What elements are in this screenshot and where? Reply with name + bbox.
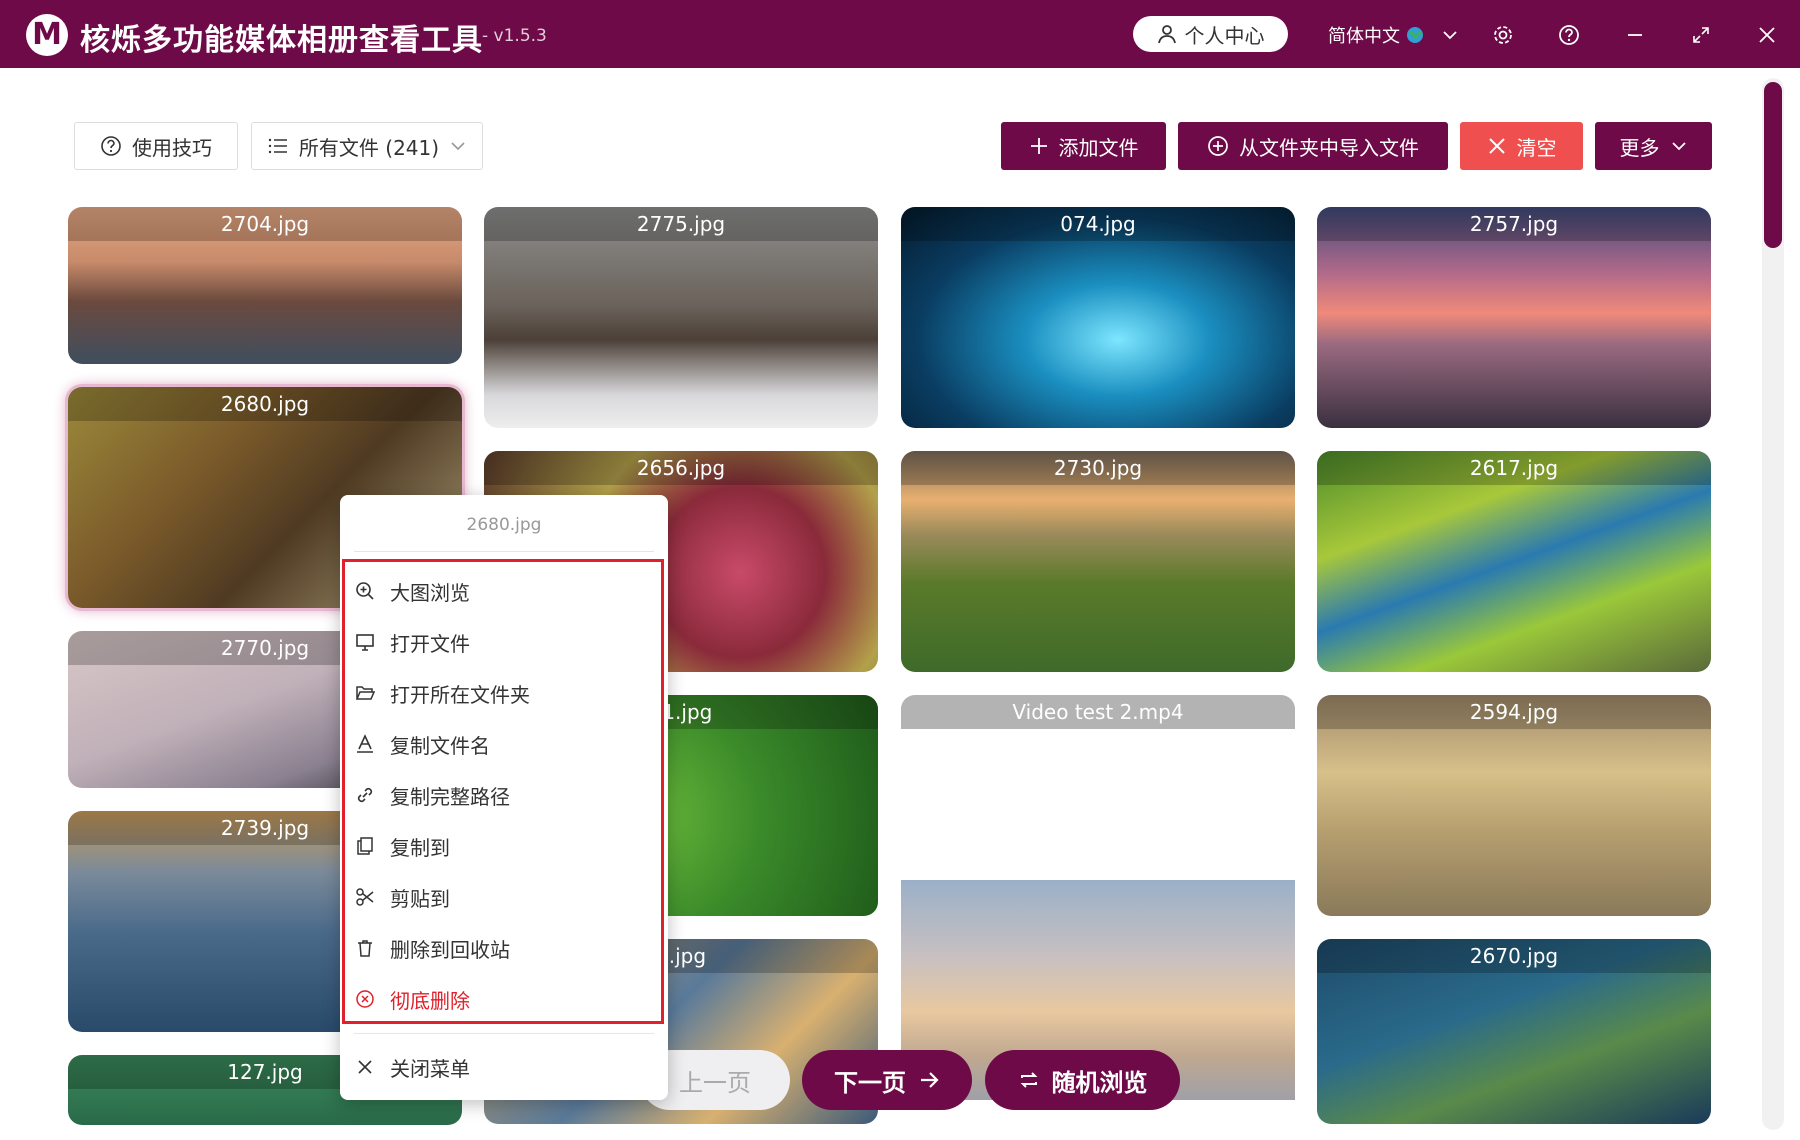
thumbnail-caption: 2594.jpg bbox=[1317, 695, 1711, 729]
import-folder-label: 从文件夹中导入文件 bbox=[1239, 135, 1419, 160]
help-icon bbox=[101, 136, 121, 156]
next-page-label: 下一页 bbox=[834, 1068, 906, 1097]
menu-item-label: 打开文件 bbox=[390, 631, 470, 656]
app-title: 核烁多功能媒体相册查看工具 bbox=[80, 23, 483, 58]
menu-item-label: 大图浏览 bbox=[390, 580, 470, 605]
thumbnail-caption: 2656.jpg bbox=[484, 451, 878, 485]
thumbnail-caption: 2757.jpg bbox=[1317, 207, 1711, 241]
menu-item-label: 关闭菜单 bbox=[390, 1056, 470, 1081]
minimize-icon[interactable] bbox=[1618, 18, 1652, 52]
plus-circle-icon bbox=[1208, 136, 1228, 156]
folder-open-icon bbox=[354, 682, 376, 704]
thumbnail[interactable]: 2670.jpg bbox=[1317, 939, 1711, 1124]
prev-page-label: 上一页 bbox=[679, 1068, 751, 1097]
menu-item-open-folder[interactable]: 打开所在文件夹 bbox=[354, 673, 644, 713]
menu-item-recycle[interactable]: 删除到回收站 bbox=[354, 928, 644, 968]
settings-icon[interactable] bbox=[1486, 18, 1520, 52]
arrow-right-icon bbox=[921, 1072, 939, 1088]
thumbnail-caption: 2617.jpg bbox=[1317, 451, 1711, 485]
thumbnail-caption: 2670.jpg bbox=[1317, 939, 1711, 973]
random-browse-button[interactable]: 随机浏览 bbox=[985, 1050, 1180, 1110]
language-selector[interactable]: 简体中文 bbox=[1328, 20, 1460, 50]
chevron-down-icon bbox=[1443, 31, 1457, 40]
chevron-down-icon bbox=[1671, 142, 1686, 151]
title-bar: M 核烁多功能媒体相册查看工具 - v1.5.3 个人中心 简体中文 bbox=[0, 0, 1800, 68]
menu-item-label: 复制到 bbox=[390, 835, 450, 860]
context-menu: 2680.jpg 大图浏览 打开文件 打开所在文件夹 复制文件名 复制完整路径 … bbox=[340, 495, 668, 1100]
copy-icon bbox=[354, 835, 376, 857]
clear-button[interactable]: 清空 bbox=[1460, 122, 1583, 170]
thumbnail[interactable]: 2594.jpg bbox=[1317, 695, 1711, 916]
import-folder-button[interactable]: 从文件夹中导入文件 bbox=[1178, 122, 1448, 170]
monitor-icon bbox=[354, 631, 376, 653]
thumbnail[interactable]: 2775.jpg bbox=[484, 207, 878, 428]
file-filter-dropdown[interactable]: 所有文件 (241) bbox=[251, 122, 483, 170]
scissors-icon bbox=[354, 886, 376, 908]
maximize-icon[interactable] bbox=[1684, 18, 1718, 52]
menu-item-label: 复制完整路径 bbox=[390, 784, 510, 809]
thumbnail[interactable]: 2730.jpg bbox=[901, 451, 1295, 672]
plus-icon bbox=[1030, 138, 1047, 154]
menu-item-label: 剪贴到 bbox=[390, 886, 450, 911]
text-icon bbox=[354, 733, 376, 755]
menu-item-label: 彻底删除 bbox=[390, 988, 470, 1013]
language-label: 简体中文 bbox=[1328, 26, 1400, 47]
scrollbar-thumb[interactable] bbox=[1764, 82, 1782, 248]
thumbnail[interactable]: 2757.jpg bbox=[1317, 207, 1711, 428]
add-file-button[interactable]: 添加文件 bbox=[1001, 122, 1166, 170]
app-version: - v1.5.3 bbox=[482, 26, 547, 46]
more-label: 更多 bbox=[1619, 135, 1660, 160]
user-center-label: 个人中心 bbox=[1184, 23, 1265, 48]
close-icon bbox=[1488, 138, 1505, 154]
menu-item-copy-to[interactable]: 复制到 bbox=[354, 826, 644, 866]
menu-divider bbox=[354, 1033, 654, 1034]
user-center-button[interactable]: 个人中心 bbox=[1133, 16, 1288, 52]
thumbnail-caption: 2775.jpg bbox=[484, 207, 878, 241]
thumbnail[interactable]: 2704.jpg bbox=[68, 207, 462, 364]
menu-item-cut-to[interactable]: 剪贴到 bbox=[354, 877, 644, 917]
menu-item-label: 删除到回收站 bbox=[390, 937, 510, 962]
chevron-down-icon bbox=[451, 142, 465, 151]
close-icon bbox=[354, 1056, 376, 1078]
link-icon bbox=[354, 784, 376, 806]
more-button[interactable]: 更多 bbox=[1595, 122, 1712, 170]
add-file-label: 添加文件 bbox=[1058, 135, 1139, 160]
thumbnail-caption: 2730.jpg bbox=[901, 451, 1295, 485]
menu-item-view-large[interactable]: 大图浏览 bbox=[354, 571, 644, 611]
zoom-in-icon bbox=[354, 580, 376, 602]
thumbnail-caption: 2680.jpg bbox=[68, 387, 462, 421]
thumbnail[interactable]: 074.jpg bbox=[901, 207, 1295, 428]
repeat-icon bbox=[1020, 1072, 1037, 1088]
list-icon bbox=[268, 138, 287, 154]
menu-item-delete-permanently[interactable]: 彻底删除 bbox=[354, 979, 644, 1019]
close-circle-icon bbox=[354, 988, 376, 1010]
tips-label: 使用技巧 bbox=[132, 135, 212, 160]
help-icon[interactable] bbox=[1552, 18, 1586, 52]
trash-icon bbox=[354, 937, 376, 959]
menu-item-copy-filename[interactable]: 复制文件名 bbox=[354, 724, 644, 764]
next-page-button[interactable]: 下一页 bbox=[802, 1050, 972, 1110]
thumbnail-caption: Video test 2.mp4 bbox=[901, 695, 1295, 729]
random-browse-label: 随机浏览 bbox=[1051, 1068, 1148, 1097]
globe-icon bbox=[1407, 27, 1423, 43]
menu-item-close[interactable]: 关闭菜单 bbox=[354, 1047, 644, 1087]
menu-divider bbox=[354, 551, 654, 552]
clear-label: 清空 bbox=[1516, 135, 1557, 160]
menu-item-copy-path[interactable]: 复制完整路径 bbox=[354, 775, 644, 815]
thumbnail-video[interactable]: Video test 2.mp4 bbox=[901, 695, 1295, 880]
close-icon[interactable] bbox=[1750, 18, 1784, 52]
thumbnail[interactable]: 2617.jpg bbox=[1317, 451, 1711, 672]
tips-button[interactable]: 使用技巧 bbox=[74, 122, 238, 170]
thumbnail-caption: 074.jpg bbox=[901, 207, 1295, 241]
file-filter-label: 所有文件 (241) bbox=[298, 135, 440, 160]
thumbnail-caption: 2704.jpg bbox=[68, 207, 462, 241]
user-icon bbox=[1157, 25, 1176, 44]
app-logo: M bbox=[26, 14, 68, 56]
menu-item-label: 复制文件名 bbox=[390, 733, 490, 758]
context-menu-title: 2680.jpg bbox=[466, 515, 542, 535]
menu-item-label: 打开所在文件夹 bbox=[390, 682, 530, 707]
menu-item-open-file[interactable]: 打开文件 bbox=[354, 622, 644, 662]
